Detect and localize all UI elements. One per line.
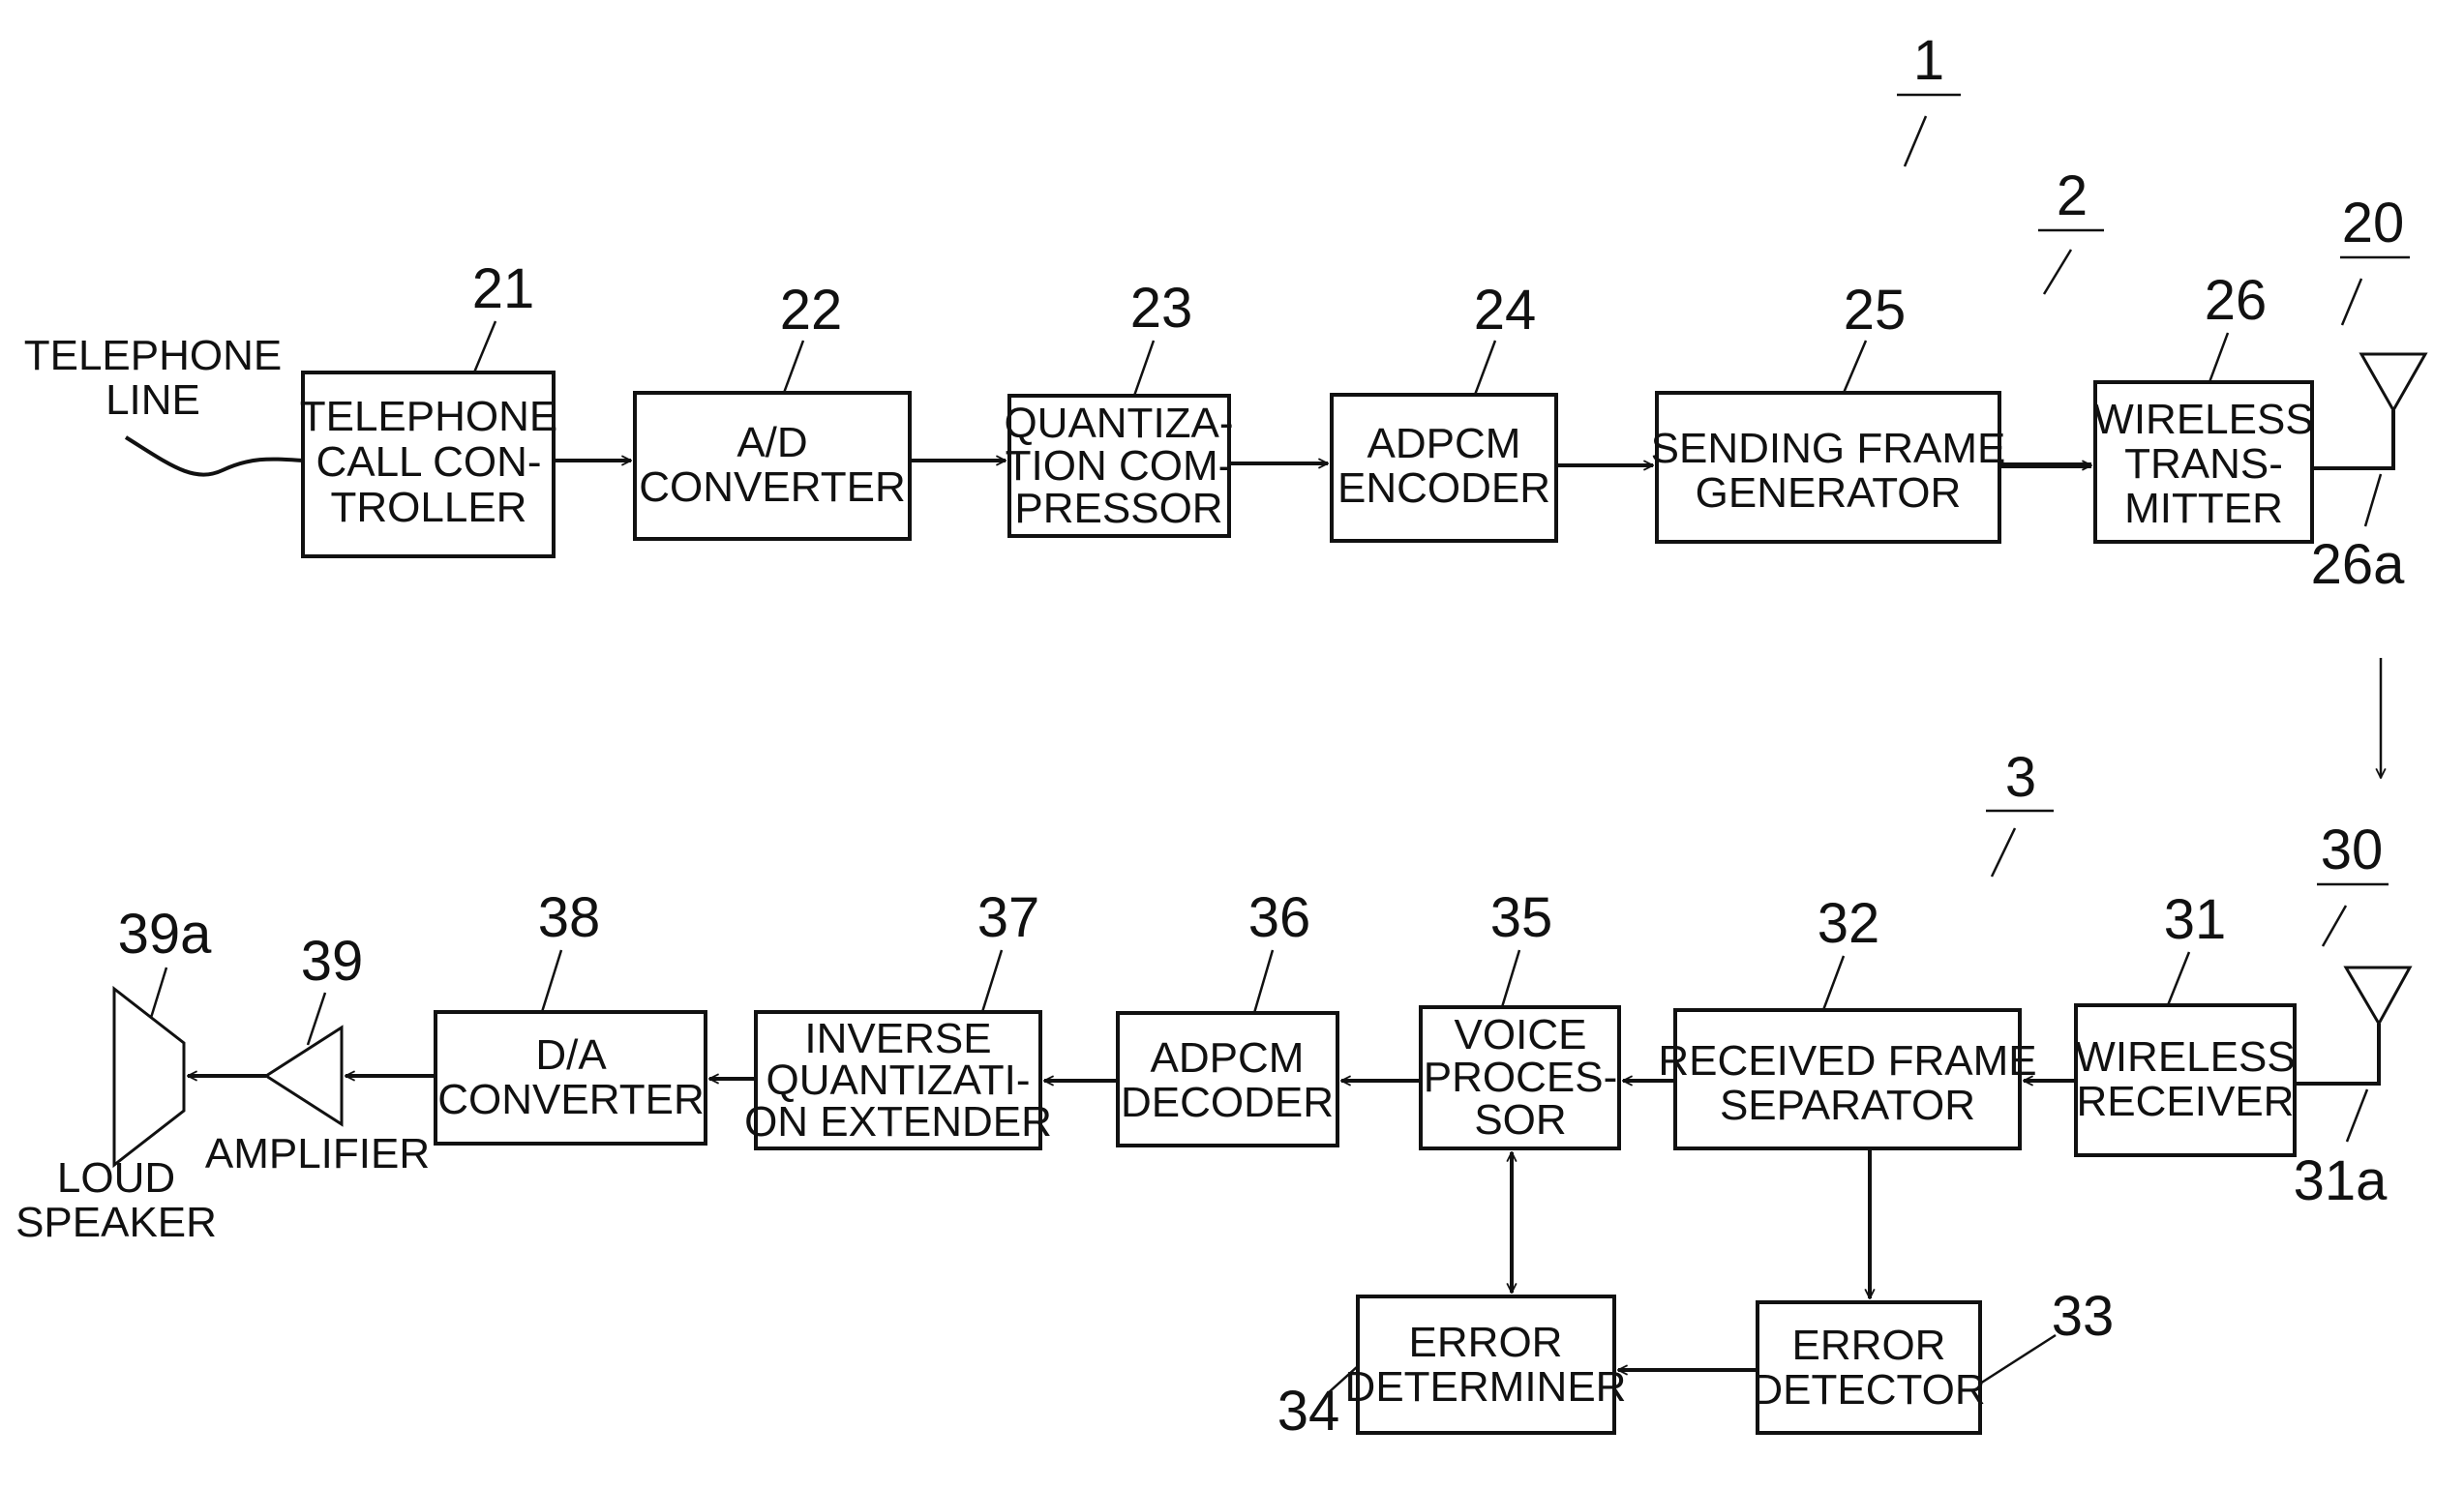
block-34-line-1: ERROR [1409, 1319, 1563, 1366]
block-37-line-1: INVERSE [804, 1015, 991, 1062]
block-38-line-2: CONVERTER [437, 1076, 704, 1123]
block-35-voice-processor[interactable]: VOICE PROCES- SOR 35 [1419, 886, 1621, 1150]
ref-numeral-2: 2 [2057, 164, 2088, 227]
ref-antenna-30: 30 [2317, 819, 2389, 947]
loud-speaker-icon[interactable]: 39a LOUD SPEAKER [15, 903, 217, 1246]
receive-antenna-icon [2295, 966, 2413, 1086]
ref-system-1: 1 [1897, 29, 1961, 167]
block-21-line-3: TROLLER [331, 484, 527, 531]
block-33-line-2: DETECTOR [1752, 1366, 1985, 1414]
ref-numeral-25: 25 [1844, 279, 1907, 342]
loud-speaker-label-2: SPEAKER [15, 1199, 217, 1246]
ref-receiver-3: 3 [1986, 746, 2054, 878]
block-36-adpcm-decoder[interactable]: ADPCM DECODER 36 [1116, 886, 1339, 1147]
block-diagram: 1 2 20 3 30 TELEPHONE LINE TELEPHONE CAL… [15, 29, 2428, 1443]
ref-numeral-20: 20 [2342, 192, 2405, 254]
ref-numeral-31a: 31a [2294, 1149, 2389, 1212]
block-33-line-1: ERROR [1792, 1322, 1946, 1369]
block-33-error-detector[interactable]: ERROR DETECTOR 33 [1752, 1285, 2115, 1435]
block-34-error-determiner[interactable]: ERROR DETERMINER 34 [1277, 1295, 1627, 1443]
ref-transmitter-2: 2 [2038, 164, 2104, 295]
block-31-line-2: RECEIVER [2077, 1078, 2295, 1125]
block-35-line-2: PROCES- [1424, 1054, 1617, 1101]
block-37-line-3: ON EXTENDER [744, 1098, 1052, 1146]
block-25-line-1: SENDING FRAME [1651, 425, 2006, 472]
ref-numeral-21: 21 [472, 257, 535, 320]
block-35-line-1: VOICE [1455, 1011, 1587, 1058]
diagram-canvas: 1 2 20 3 30 TELEPHONE LINE TELEPHONE CAL… [0, 0, 2464, 1489]
block-32-line-1: RECEIVED FRAME [1658, 1037, 2036, 1085]
ref-antenna-20: 20 [2340, 192, 2410, 326]
ref-numeral-36: 36 [1248, 886, 1311, 949]
block-24-line-2: ENCODER [1337, 464, 1550, 512]
ref-26a: 26a [2311, 473, 2406, 596]
block-23-line-3: PRESSOR [1014, 485, 1222, 532]
block-36-line-1: ADPCM [1151, 1034, 1305, 1082]
ref-numeral-33: 33 [2052, 1285, 2115, 1348]
loud-speaker-label-1: LOUD [57, 1154, 175, 1202]
ref-numeral-32: 32 [1818, 892, 1880, 955]
block-24-adpcm-encoder[interactable]: ADPCM ENCODER 24 [1330, 279, 1558, 543]
telephone-line-wire [124, 435, 304, 477]
block-26-wireless-transmitter[interactable]: WIRELESS TRANS- MITTER 26 [2093, 269, 2314, 544]
block-26-line-1: WIRELESS [2093, 396, 2313, 443]
ref-numeral-35: 35 [1490, 886, 1553, 949]
block-32-line-2: SEPARATOR [1720, 1082, 1975, 1129]
block-25-line-2: GENERATOR [1696, 469, 1962, 517]
block-22-line-2: CONVERTER [639, 463, 905, 511]
block-22-ad-converter[interactable]: A/D CONVERTER 22 [633, 279, 912, 541]
block-21-telephone-call-controller[interactable]: TELEPHONE CALL CON- TROLLER 21 [300, 257, 558, 558]
amplifier-icon[interactable]: 39 AMPLIFIER [205, 930, 430, 1177]
ref-numeral-30: 30 [2321, 819, 2384, 881]
ref-numeral-39: 39 [301, 930, 364, 993]
ref-numeral-22: 22 [780, 279, 843, 342]
block-23-quantization-compressor[interactable]: QUANTIZA- TION COM- PRESSOR 23 [1004, 277, 1234, 538]
ref-numeral-3: 3 [2005, 746, 2036, 809]
block-26-line-2: TRANS- [2124, 440, 2283, 488]
ref-numeral-31: 31 [2164, 888, 2227, 951]
ref-numeral-1: 1 [1913, 29, 1944, 92]
block-24-line-1: ADPCM [1367, 420, 1521, 467]
block-21-line-1: TELEPHONE [300, 393, 558, 440]
block-38-line-1: D/A [535, 1031, 607, 1079]
ref-numeral-34: 34 [1277, 1380, 1340, 1443]
telephone-line-label-1: TELEPHONE [24, 332, 283, 379]
block-36-line-2: DECODER [1121, 1079, 1334, 1126]
block-23-line-2: TION COM- [1006, 442, 1233, 490]
block-26-line-3: MITTER [2124, 485, 2283, 532]
amplifier-label: AMPLIFIER [205, 1130, 430, 1177]
block-34-line-2: DETERMINER [1345, 1363, 1627, 1411]
block-25-sending-frame-generator[interactable]: SENDING FRAME GENERATOR 25 [1651, 279, 2006, 544]
block-37-inverse-quantization-extender[interactable]: INVERSE QUANTIZATI- ON EXTENDER 37 [744, 886, 1052, 1150]
ref-numeral-38: 38 [538, 886, 601, 949]
ref-numeral-37: 37 [977, 886, 1040, 949]
block-37-line-2: QUANTIZATI- [766, 1057, 1031, 1104]
ref-numeral-24: 24 [1474, 279, 1537, 342]
ref-numeral-26: 26 [2205, 269, 2268, 332]
transmit-antenna-icon [2312, 352, 2428, 470]
ref-31a: 31a [2294, 1088, 2389, 1212]
ref-numeral-26a: 26a [2311, 533, 2406, 596]
ref-numeral-39a: 39a [118, 903, 213, 966]
block-31-wireless-receiver[interactable]: WIRELESS RECEIVER 31 [2074, 888, 2297, 1157]
ref-numeral-23: 23 [1130, 277, 1193, 340]
telephone-line-label-2: LINE [105, 376, 200, 424]
block-23-line-1: QUANTIZA- [1004, 400, 1233, 447]
block-38-da-converter[interactable]: D/A CONVERTER 38 [434, 886, 707, 1146]
block-21-line-2: CALL CON- [316, 438, 541, 486]
block-22-line-1: A/D [736, 419, 807, 466]
block-31-line-1: WIRELESS [2075, 1033, 2295, 1081]
block-35-line-3: SOR [1474, 1096, 1566, 1144]
block-32-received-frame-separator[interactable]: RECEIVED FRAME SEPARATOR 32 [1658, 892, 2037, 1150]
